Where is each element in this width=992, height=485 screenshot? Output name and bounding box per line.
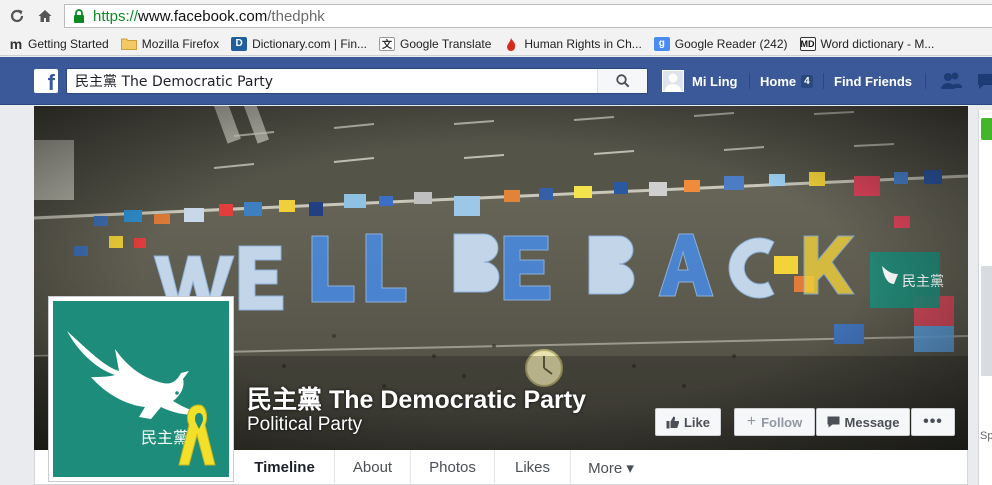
- friend-requests-icon[interactable]: [940, 71, 962, 91]
- home-icon[interactable]: [34, 5, 56, 27]
- google-reader-icon: g: [653, 36, 670, 51]
- search-icon[interactable]: [597, 69, 647, 93]
- more-options-button[interactable]: •••: [911, 408, 955, 436]
- facebook-logo-icon[interactable]: f: [34, 69, 58, 93]
- find-friends-link[interactable]: Find Friends: [834, 69, 912, 93]
- plus-icon: +: [746, 413, 757, 430]
- home-label: Home: [760, 73, 797, 89]
- home-count-badge: 4: [801, 74, 813, 88]
- url-bar[interactable]: https://www.facebook.com/thedphk: [64, 4, 992, 28]
- status-indicator: [981, 118, 992, 140]
- follow-label: Follow: [761, 414, 803, 430]
- avatar: [662, 70, 684, 92]
- messages-icon[interactable]: [976, 71, 992, 91]
- sidebar-text: Sp: [980, 430, 992, 442]
- url-scheme: https://: [93, 7, 139, 25]
- divider: [749, 73, 750, 89]
- bookmark-label: Google Translate: [400, 36, 492, 51]
- bookmark-label: Word dictionary - M...: [820, 36, 935, 51]
- dictionary-icon: D: [231, 36, 248, 51]
- bookmark-label: Dictionary.com | Fin...: [252, 36, 367, 51]
- profile-picture[interactable]: 民主黨: [48, 296, 234, 482]
- bookmark-label: Mozilla Firefox: [141, 36, 220, 51]
- bookmark-google-translate[interactable]: 文 Google Translate: [379, 36, 492, 51]
- reload-icon[interactable]: [6, 5, 28, 27]
- right-sidebar: [968, 106, 992, 485]
- home-link[interactable]: Home 4: [760, 69, 813, 93]
- message-button[interactable]: Message: [816, 408, 910, 436]
- tab-more[interactable]: More ▾: [571, 450, 651, 485]
- follow-button[interactable]: + Follow: [734, 408, 815, 436]
- divider: [925, 73, 926, 89]
- tab-about[interactable]: About: [335, 450, 411, 485]
- search-input[interactable]: [67, 73, 597, 89]
- bookmark-human-rights[interactable]: Human Rights in Ch...: [503, 36, 642, 51]
- translate-icon: 文: [379, 36, 395, 51]
- sidebar-panel: [981, 266, 992, 376]
- party-logo: 民主黨: [53, 301, 229, 477]
- bookmarks-bar: m Getting Started Mozilla Firefox D Dict…: [0, 32, 992, 56]
- speech-bubble-icon: [827, 416, 840, 428]
- bookmark-dictionary[interactable]: D Dictionary.com | Fin...: [231, 36, 367, 51]
- bookmark-label: Getting Started: [28, 36, 109, 51]
- browser-toolbar: https://www.facebook.com/thedphk: [0, 0, 992, 32]
- find-friends-label: Find Friends: [834, 73, 912, 89]
- url-host: www.facebook.com: [138, 7, 268, 25]
- tab-photos[interactable]: Photos: [411, 450, 495, 485]
- like-label: Like: [683, 414, 710, 430]
- bookmark-word-dictionary[interactable]: MD Word dictionary - M...: [799, 36, 935, 51]
- m-logo-icon: m: [9, 35, 23, 52]
- facebook-header: f Mi Ling Home 4 Find Friends: [0, 57, 992, 105]
- message-label: Message: [844, 414, 900, 430]
- page-category[interactable]: Political Party: [247, 414, 362, 436]
- more-dots-icon: •••: [923, 413, 943, 430]
- bookmark-mozilla-firefox[interactable]: Mozilla Firefox: [120, 36, 220, 51]
- flame-icon: [503, 37, 519, 51]
- lock-icon: [71, 8, 87, 24]
- like-button[interactable]: Like: [655, 408, 721, 436]
- logo-text: 民主黨: [141, 428, 189, 447]
- divider: [823, 73, 824, 89]
- bookmark-label: Human Rights in Ch...: [524, 36, 642, 51]
- bookmark-google-reader[interactable]: g Google Reader (242): [653, 36, 788, 51]
- bookmark-label: Google Reader (242): [674, 36, 788, 51]
- folder-icon: [120, 37, 137, 51]
- bookmark-getting-started[interactable]: m Getting Started: [9, 35, 109, 52]
- tab-likes[interactable]: Likes: [495, 450, 571, 485]
- tab-timeline[interactable]: Timeline: [235, 450, 335, 485]
- md-icon: MD: [799, 36, 816, 51]
- profile-link[interactable]: Mi Ling: [662, 69, 738, 93]
- user-name: Mi Ling: [692, 73, 738, 89]
- search-box: [66, 68, 648, 94]
- thumbs-up-icon: [666, 416, 679, 429]
- page-title: 民主黨 The Democratic Party: [247, 386, 586, 414]
- url-path: /thedphk: [267, 7, 325, 25]
